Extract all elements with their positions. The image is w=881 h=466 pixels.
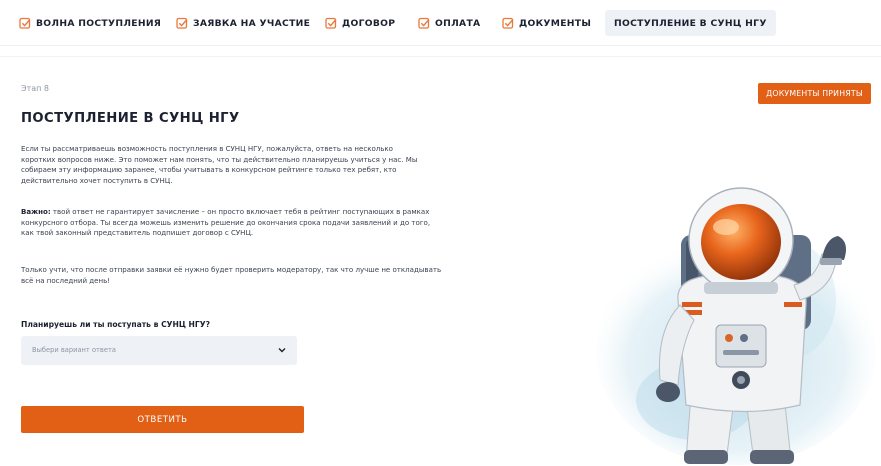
- checkbox-checked-icon: [325, 17, 337, 29]
- tab-enrollment-active[interactable]: ПОСТУПЛЕНИЕ В СУНЦ НГУ: [605, 10, 776, 36]
- checkbox-checked-icon: [502, 17, 514, 29]
- tab-label: ПОСТУПЛЕНИЕ В СУНЦ НГУ: [614, 17, 767, 29]
- select-placeholder: Выбери вариант ответа: [32, 346, 116, 354]
- answer-select[interactable]: Выбери вариант ответа: [21, 336, 297, 365]
- tab-admission-wave[interactable]: ВОЛНА ПОСТУПЛЕНИЯ: [19, 10, 161, 36]
- moderation-note: Только учти, что после отправки заявки е…: [21, 265, 442, 285]
- step-tabs: ВОЛНА ПОСТУПЛЕНИЯ ЗАЯВКА НА УЧАСТИЕ ДОГО…: [0, 0, 881, 46]
- tab-documents[interactable]: ДОКУМЕНТЫ: [502, 10, 591, 36]
- tab-application[interactable]: ЗАЯВКА НА УЧАСТИЕ: [176, 10, 310, 36]
- divider: [0, 56, 881, 57]
- checkbox-checked-icon: [176, 17, 188, 29]
- submit-answer-button[interactable]: ОТВЕТИТЬ: [21, 406, 304, 433]
- tab-label: ОПЛАТА: [435, 17, 481, 29]
- tab-payment[interactable]: ОПЛАТА: [418, 10, 480, 36]
- checkbox-checked-icon: [19, 17, 31, 29]
- page-title: ПОСТУПЛЕНИЕ В СУНЦ НГУ: [21, 111, 240, 126]
- chevron-down-icon: [278, 348, 286, 353]
- documents-accepted-button[interactable]: ДОКУМЕНТЫ ПРИНЯТЫ: [758, 83, 871, 104]
- important-note: Важно: твой ответ не гарантирует зачисле…: [21, 207, 431, 239]
- checkbox-checked-icon: [418, 17, 430, 29]
- tab-label: ВОЛНА ПОСТУПЛЕНИЯ: [36, 17, 162, 29]
- important-text: твой ответ не гарантирует зачисление – о…: [21, 207, 431, 238]
- tab-label: ДОКУМЕНТЫ: [519, 17, 592, 29]
- important-label: Важно:: [21, 207, 51, 216]
- astronaut-illustration: [596, 187, 876, 465]
- tab-label: ДОГОВОР: [342, 17, 396, 29]
- stage-label: Этап 8: [21, 84, 50, 93]
- question-label: Планируешь ли ты поступать в СУНЦ НГУ?: [21, 320, 211, 329]
- tab-contract[interactable]: ДОГОВОР: [325, 10, 395, 36]
- tab-label: ЗАЯВКА НА УЧАСТИЕ: [193, 17, 311, 29]
- intro-text: Если ты рассматриваешь возможность посту…: [21, 144, 418, 186]
